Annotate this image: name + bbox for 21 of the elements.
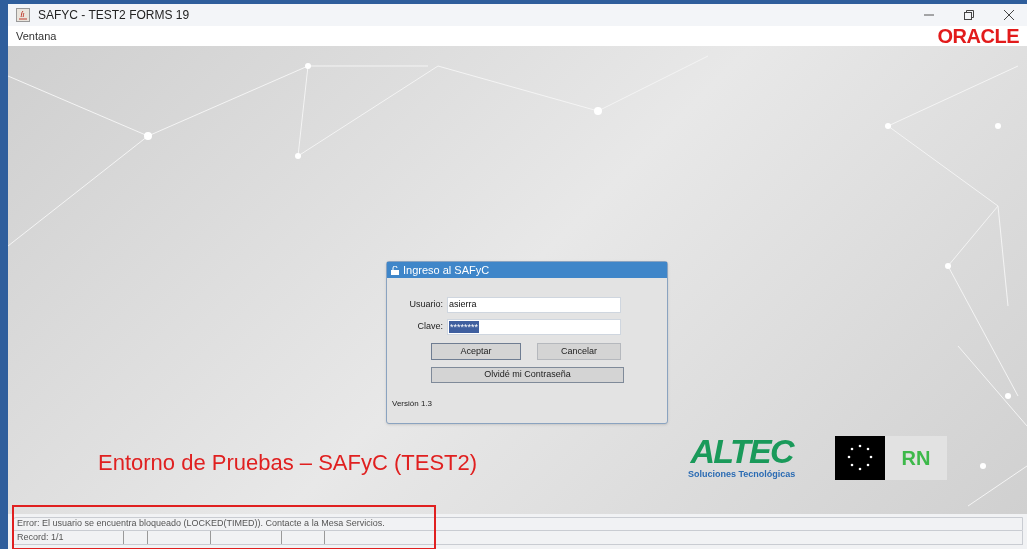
record-indicator: Record: 1/1 xyxy=(16,530,65,544)
altec-logo: ALTEC Soluciones Tecnológicas xyxy=(688,434,796,481)
forgot-password-button[interactable]: Olvidé mi Contraseña xyxy=(431,367,624,383)
field-label: Usuario: xyxy=(408,298,444,312)
java-app-icon xyxy=(16,8,30,22)
dialog-button[interactable]: Cancelar xyxy=(537,343,621,360)
status-message: Error: El usuario se encuentra bloqueado (LOCKED(TIMED)). Contacte a la Mesa Servicios. xyxy=(17,517,385,531)
field-label: Clave: xyxy=(416,320,444,334)
dialog-button[interactable]: Aceptar xyxy=(431,343,521,360)
close-icon[interactable] xyxy=(1003,9,1015,21)
dialog-title: Ingreso al SAFyC xyxy=(403,262,490,278)
brand-logo: ORACLE xyxy=(937,26,1019,46)
input-field[interactable]: asierra xyxy=(447,297,621,313)
province-logo: RN xyxy=(835,436,947,480)
version-label: Versión 1.3 xyxy=(392,398,434,410)
lock-icon xyxy=(391,265,399,275)
window-title: SAFYC - TEST2 FORMS 19 xyxy=(38,7,190,24)
environment-title: Entorno de Pruebas – SAFyC (TEST2) xyxy=(98,449,478,477)
input-field[interactable]: ******** xyxy=(447,319,621,335)
restore-icon[interactable] xyxy=(963,9,975,21)
menu-item[interactable]: Ventana xyxy=(16,27,57,45)
